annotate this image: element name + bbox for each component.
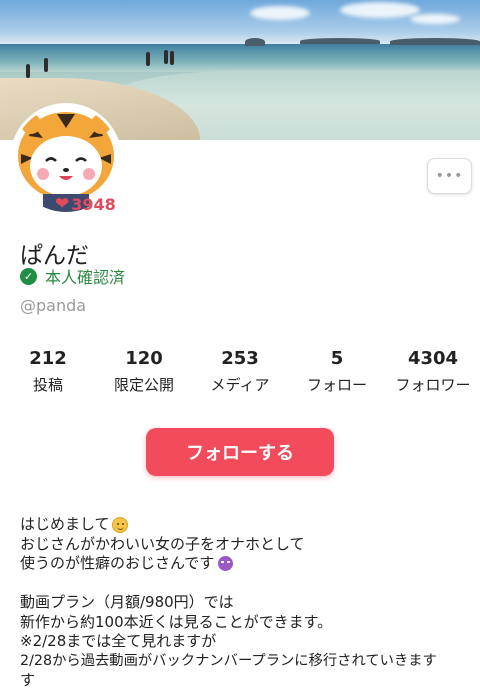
bio-line <box>20 574 475 594</box>
bio-line: ※2/28までは全て見れますが <box>20 632 475 652</box>
bio-line: 使うのが性癖のおじさんです <box>20 554 475 574</box>
stat-value: 4304 <box>407 348 459 369</box>
stat-label: 投稿 <box>32 376 64 394</box>
stat-value: 5 <box>330 348 344 369</box>
stat-value: 120 <box>125 348 163 369</box>
devil-emoji-icon <box>218 556 234 572</box>
likes-count: ❤ 3948 <box>55 195 116 214</box>
follow-button[interactable]: フォローする <box>146 428 334 476</box>
profile-stats: 212 投稿 120 限定公開 253 メディア 5 フォロー 4304 フォロ… <box>0 348 480 400</box>
bio-line: す <box>20 671 475 691</box>
check-icon: ✓ <box>20 267 37 285</box>
more-options-button[interactable]: ••• <box>427 158 472 194</box>
heart-icon: ❤ <box>55 194 70 214</box>
stat-label: フォロー <box>306 376 368 394</box>
stat-value: 212 <box>29 348 67 369</box>
stat-label: フォロワー <box>395 376 471 394</box>
bio-line: おじさんがかわいい女の子をオナホとして <box>20 535 475 555</box>
verified-badge: ✓ 本人確認済 <box>20 264 125 288</box>
bio-text: はじめまして <box>20 515 110 533</box>
bio-text: 新作から約100本近くは見ることができます。 <box>20 612 333 631</box>
bio-line: 2/28から過去動画がバックナンバープランに移行されていきます <box>20 652 475 672</box>
stat-following[interactable]: 5 フォロー <box>307 348 367 395</box>
likes-count-value: 3948 <box>71 195 116 214</box>
bio-text: 動画プラン（月額/980円）では <box>20 593 234 611</box>
stat-value: 253 <box>221 348 259 369</box>
verified-label: 本人確認済 <box>45 268 126 287</box>
bio-text: す <box>20 671 36 689</box>
stat-posts[interactable]: 212 投稿 <box>29 348 67 395</box>
bio-text: 2/28から過去動画がバックナンバープランに移行されていきます <box>20 652 437 669</box>
stat-followers[interactable]: 4304 フォロワー <box>395 348 470 395</box>
bio-text: 使うのが性癖のおじさんです <box>20 554 215 572</box>
stat-label: 限定公開 <box>113 376 175 394</box>
more-icon: ••• <box>435 168 464 184</box>
bio-line: 新作から約100本近くは見ることができます。 <box>20 613 475 633</box>
stat-media[interactable]: 253 メディア <box>211 348 270 395</box>
bio-line: 動画プラン（月額/980円）では <box>20 593 475 613</box>
bio-line: はじめまして <box>20 515 475 535</box>
stat-limited[interactable]: 120 限定公開 <box>114 348 174 395</box>
profile-bio: はじめまして おじさんがかわいい女の子をオナホとして 使うのが性癖のおじさんです… <box>20 515 475 691</box>
stat-label: メディア <box>210 376 270 394</box>
smile-emoji-icon <box>111 516 128 533</box>
bio-text: おじさんがかわいい女の子をオナホとして <box>20 534 305 553</box>
bio-text: ※2/28までは全て見れますが <box>20 632 217 650</box>
user-handle: @panda <box>20 296 87 315</box>
